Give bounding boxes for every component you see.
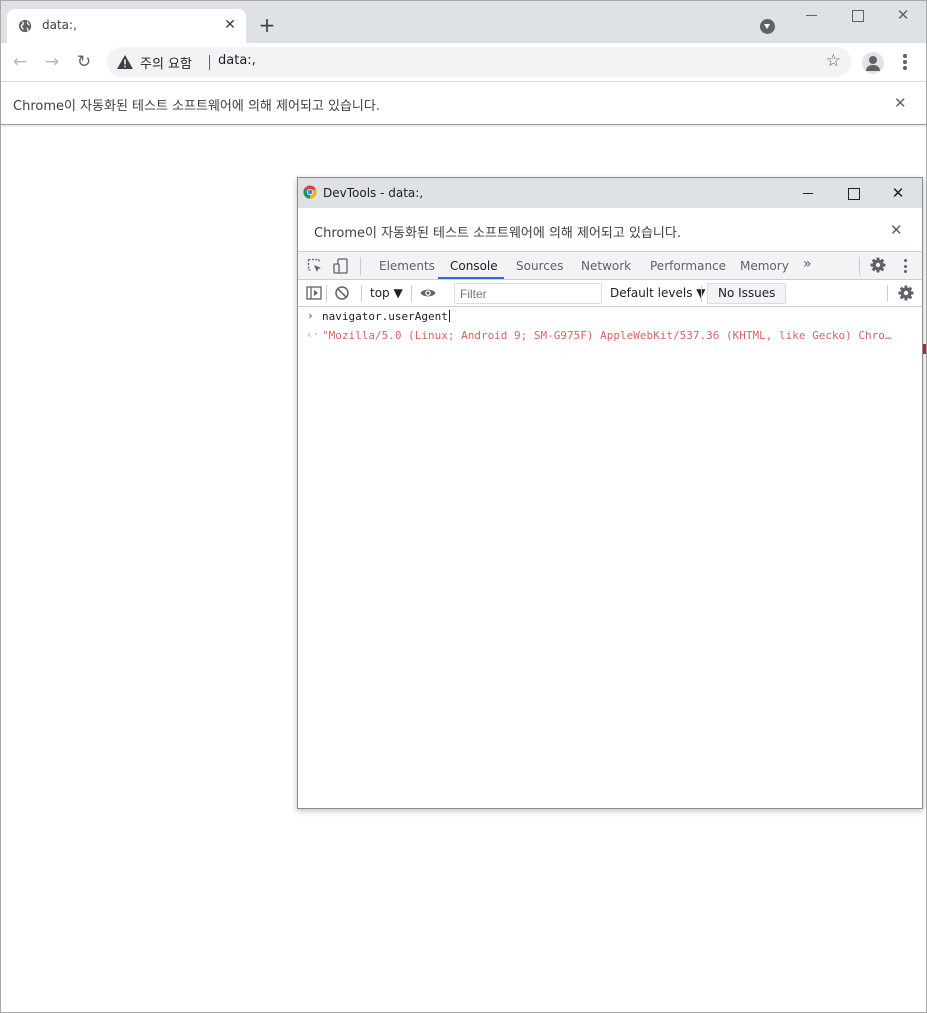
console-output-area[interactable]: › navigator.userAgent ‹· "Mozilla/5.0 (L… — [298, 307, 922, 808]
page-edge-mark — [923, 344, 926, 354]
browser-toolbar: ← → ↻ 주의 요함 data:, ☆ — [1, 43, 926, 81]
active-tab-indicator — [438, 277, 504, 279]
console-toolbar-separator — [887, 285, 888, 302]
tab-search-icon[interactable] — [760, 19, 775, 34]
address-bar[interactable]: 주의 요함 data:, ☆ — [107, 47, 851, 77]
issues-button[interactable]: No Issues — [707, 283, 787, 304]
console-settings-gear-icon[interactable] — [898, 285, 914, 301]
console-input-text[interactable]: navigator.userAgent — [322, 310, 450, 323]
device-toolbar-icon[interactable] — [333, 258, 349, 274]
tab-performance[interactable]: Performance — [650, 259, 726, 273]
input-prompt-icon: › — [307, 309, 314, 322]
infobar-close-icon[interactable]: ✕ — [894, 94, 907, 112]
security-label[interactable]: 주의 요함 — [140, 53, 192, 72]
console-toolbar-separator — [701, 285, 702, 302]
profile-avatar-icon[interactable] — [862, 52, 884, 74]
close-window-button[interactable]: ✕ — [888, 5, 918, 25]
tab-strip: data:, ✕ + ✕ — [1, 1, 926, 43]
browser-tab[interactable]: data:, ✕ — [7, 9, 246, 43]
new-tab-button[interactable]: + — [257, 15, 277, 35]
devtools-close-button[interactable]: ✕ — [888, 183, 908, 203]
omnibox-divider — [209, 55, 210, 70]
devtools-infobar-close-icon[interactable]: ✕ — [890, 221, 903, 239]
console-filter-input[interactable] — [454, 283, 602, 304]
tab-bar-separator — [360, 257, 361, 275]
devtools-maximize-button[interactable] — [843, 183, 863, 203]
clear-console-icon[interactable] — [334, 285, 350, 301]
minimize-button[interactable] — [796, 5, 826, 25]
url-text[interactable]: data:, — [218, 53, 256, 68]
devtools-menu-icon[interactable] — [902, 258, 910, 274]
devtools-minimize-button[interactable] — [798, 183, 818, 203]
devtools-infobar-message: Chrome이 자동화된 테스트 소프트웨어에 의해 제어되고 있습니다. — [314, 226, 681, 241]
console-toolbar-separator — [361, 285, 362, 302]
text-caret — [448, 310, 450, 322]
devtools-window-title: DevTools - data:, — [323, 186, 424, 200]
bookmark-star-icon[interactable]: ☆ — [826, 51, 841, 71]
automation-infobar: Chrome이 자동화된 테스트 소프트웨어에 의해 제어되고 있습니다. ✕ — [1, 81, 926, 125]
tab-elements[interactable]: Elements — [379, 259, 435, 273]
more-tabs-icon[interactable]: » — [803, 256, 812, 272]
console-toolbar-separator — [326, 285, 327, 302]
console-input-line[interactable]: › navigator.userAgent — [298, 308, 918, 326]
back-button[interactable]: ← — [10, 52, 30, 72]
console-toolbar: top ▼ Default levels ▼ No Issues — [298, 280, 922, 307]
result-arrow-icon: ‹· — [306, 328, 320, 341]
inspect-element-icon[interactable] — [307, 258, 323, 274]
devtools-automation-infobar: Chrome이 자동화된 테스트 소프트웨어에 의해 제어되고 있습니다. ✕ — [298, 208, 922, 252]
devtools-tab-bar: Elements Console Sources Network Perform… — [298, 252, 922, 280]
settings-gear-icon[interactable] — [870, 257, 886, 273]
chrome-menu-icon[interactable] — [897, 52, 913, 72]
tab-bar-separator — [859, 257, 860, 275]
console-result-text[interactable]: "Mozilla/5.0 (Linux; Android 9; SM-G975F… — [322, 329, 898, 342]
reload-button[interactable]: ↻ — [74, 52, 94, 72]
globe-icon — [18, 19, 32, 33]
warning-icon[interactable] — [117, 55, 133, 69]
context-selector[interactable]: top ▼ — [370, 286, 403, 300]
tab-network[interactable]: Network — [581, 259, 631, 273]
infobar-message: Chrome이 자동화된 테스트 소프트웨어에 의해 제어되고 있습니다. — [13, 99, 380, 114]
tab-close-icon[interactable]: ✕ — [222, 17, 238, 33]
console-sidebar-icon[interactable] — [306, 285, 322, 301]
console-result-line[interactable]: ‹· "Mozilla/5.0 (Linux; Android 9; SM-G9… — [298, 327, 918, 345]
log-levels-dropdown[interactable]: Default levels ▼ — [610, 286, 706, 300]
devtools-titlebar: DevTools - data:, ✕ — [298, 178, 922, 208]
console-toolbar-separator — [411, 285, 412, 302]
live-expression-eye-icon[interactable] — [420, 285, 436, 301]
tab-memory[interactable]: Memory — [740, 259, 789, 273]
forward-button[interactable]: → — [42, 52, 62, 72]
console-command: navigator.userAgent — [322, 310, 448, 323]
tab-console[interactable]: Console — [450, 259, 498, 273]
tab-sources[interactable]: Sources — [516, 259, 563, 273]
maximize-button[interactable] — [842, 5, 872, 25]
devtools-window: DevTools - data:, ✕ Chrome이 자동화된 테스트 소프트… — [297, 177, 923, 809]
chrome-logo-icon — [303, 185, 317, 199]
tab-title: data:, — [42, 18, 77, 32]
